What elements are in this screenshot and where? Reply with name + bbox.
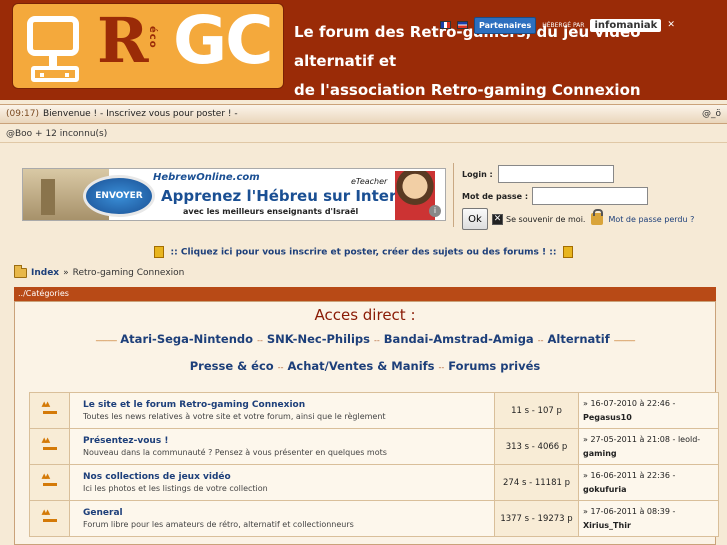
ad-headline: Apprenez l'Hébreu sur Internet <box>161 187 425 205</box>
breadcrumb-index[interactable]: Index <box>31 268 59 278</box>
register-bar[interactable]: :: Cliquez ici pour vous inscrire et pos… <box>0 246 727 258</box>
flag-en-icon[interactable] <box>457 21 468 29</box>
quick-nav-row-2: Presse & éco -- Achat/Ventes & Manifs --… <box>15 359 715 373</box>
nav-sep: -- <box>537 336 544 345</box>
flag-fr-icon[interactable] <box>440 21 451 29</box>
close-icon[interactable]: ✕ <box>667 20 675 30</box>
forum-counts: 1377 s - 19273 p <box>494 500 579 537</box>
folder-icon <box>14 265 27 278</box>
login-form: Login : Mot de passe : Ok ✕ Se souvenir … <box>453 163 727 230</box>
remember-me-checkbox[interactable]: ✕ <box>492 213 503 225</box>
register-right-icon <box>562 246 573 258</box>
register-left-icon <box>154 246 165 258</box>
nav-dash-left: ----------- <box>95 336 118 345</box>
logo-letter-r: R <box>97 4 149 77</box>
categories-header: ../Catégories <box>14 287 716 301</box>
hosted-by-label: HÉBERGÉ PAR <box>542 21 585 29</box>
forum-table: Le site et le forum Retro-gaming Connexi… <box>29 392 719 537</box>
last-post-date[interactable]: » 16-06-2011 à 22:36 - <box>583 469 714 483</box>
logo-letters-gc: GC <box>173 3 274 79</box>
nav-link-snk-nec-philips[interactable]: SNK-Nec-Philips <box>267 332 370 346</box>
breadcrumb-separator: » <box>63 268 69 278</box>
breadcrumb: Index » Retro-gaming Connexion <box>14 265 185 278</box>
table-row: General Forum libre pour les amateurs de… <box>29 500 719 537</box>
ad-brand2: eTeacher <box>351 177 388 186</box>
table-row: Présentez-vous ! Nouveau dans la communa… <box>29 428 719 465</box>
last-post-date[interactable]: » 16-07-2010 à 22:46 - <box>583 397 714 411</box>
forum-description: Forum libre pour les amateurs de rétro, … <box>83 520 354 529</box>
header-topbar: Partenaires HÉBERGÉ PAR infomaniak ✕ <box>440 14 675 36</box>
welcome-bar-right: @_ö <box>701 109 721 119</box>
infomaniak-logo[interactable]: infomaniak <box>590 18 662 32</box>
forum-title[interactable]: General <box>83 508 481 518</box>
welcome-bar: (09:17) Bienvenue ! - Inscrivez vous pou… <box>0 104 727 124</box>
online-users-text: @Boo + 12 inconnu(s) <box>6 128 108 139</box>
acces-direct-title: Acces direct : <box>314 306 416 324</box>
forum-icon <box>42 400 57 414</box>
last-post-user[interactable]: Xirius_Thir <box>583 519 714 533</box>
nav-sep: -- <box>374 336 380 345</box>
categories-panel: Acces direct : ----------- Atari-Sega-Ni… <box>14 301 719 545</box>
quick-nav-row-1: ----------- Atari-Sega-Nintendo -- SNK-N… <box>15 332 715 346</box>
lock-icon <box>591 209 604 225</box>
site-logo[interactable]: R éco GC <box>12 3 284 89</box>
breadcrumb-current: Retro-gaming Connexion <box>72 268 185 278</box>
login-label: Login : <box>462 169 493 179</box>
lost-password-link[interactable]: Mot de passe perdu ? <box>608 215 694 224</box>
login-ok-button[interactable]: Ok <box>462 208 488 230</box>
monitor-stand-icon <box>49 56 57 66</box>
password-label: Mot de passe : <box>462 191 529 201</box>
ad-subline: avec les meilleurs enseignants d'Israël <box>183 207 359 216</box>
partners-button[interactable]: Partenaires <box>474 16 537 34</box>
monitor-icon <box>27 16 79 56</box>
nav-link-alternatif[interactable]: Alternatif <box>548 332 610 346</box>
nav-sep: -- <box>257 336 263 345</box>
forum-title[interactable]: Le site et le forum Retro-gaming Connexi… <box>83 400 481 410</box>
nav-link-bandai-amstrad-amiga[interactable]: Bandai-Amstrad-Amiga <box>384 332 534 346</box>
nav-link-presse-eco[interactable]: Presse & éco <box>190 359 274 373</box>
remember-me-label: Se souvenir de moi. <box>506 214 586 224</box>
register-link[interactable]: :: Cliquez ici pour vous inscrire et pos… <box>171 248 557 258</box>
password-input[interactable] <box>532 187 649 205</box>
site-description-line2: de l'association Retro-gaming Connexion <box>294 81 641 99</box>
last-post-date[interactable]: » 27-05-2011 à 21:08 - leold- <box>583 433 714 447</box>
keyboard-icon <box>31 66 79 82</box>
online-users-bar: @Boo + 12 inconnu(s) <box>0 125 727 143</box>
forum-description: Ici les photos et les listings de votre … <box>83 484 268 493</box>
table-row: Le site et le forum Retro-gaming Connexi… <box>29 392 719 429</box>
ad-info-icon[interactable]: i <box>429 205 441 217</box>
forum-counts: 313 s - 4066 p <box>494 428 579 465</box>
nav-link-forums-prives[interactable]: Forums privés <box>448 359 540 373</box>
site-header: R éco GC Le forum des Retro-gamers, du j… <box>0 0 727 100</box>
table-row: Nos collections de jeux vidéo Ici les ph… <box>29 464 719 501</box>
nav-sep: -- <box>438 363 445 372</box>
ad-banner[interactable]: ENVOYER HebrewOnline.com eTeacher Appren… <box>22 168 446 221</box>
forum-description: Nouveau dans la communauté ? Pensez à vo… <box>83 448 387 457</box>
login-input[interactable] <box>497 165 614 183</box>
ad-send-button[interactable]: ENVOYER <box>83 175 155 217</box>
ad-brand: HebrewOnline.com <box>153 172 260 183</box>
nav-sep: -- <box>277 363 284 372</box>
forum-title[interactable]: Présentez-vous ! <box>83 436 481 446</box>
forum-description: Toutes les news relatives à votre site e… <box>83 412 386 421</box>
last-post-user[interactable]: gokufuria <box>583 483 714 497</box>
forum-icon <box>42 508 57 522</box>
nav-link-achat-ventes[interactable]: Achat/Ventes & Manifs <box>288 359 435 373</box>
nav-dash-right: ----------- <box>613 336 636 345</box>
last-post-user[interactable]: Pegasus10 <box>583 411 714 425</box>
forum-title[interactable]: Nos collections de jeux vidéo <box>83 472 481 482</box>
nav-link-atari-sega-nintendo[interactable]: Atari-Sega-Nintendo <box>120 332 253 346</box>
forum-icon <box>42 436 57 450</box>
forum-icon <box>42 472 57 486</box>
forum-counts: 274 s - 11181 p <box>494 464 579 501</box>
last-post-user[interactable]: gaming <box>583 447 714 461</box>
last-post-date[interactable]: » 17-06-2011 à 08:39 - <box>583 505 714 519</box>
welcome-message: Bienvenue ! - Inscrivez vous pour poster… <box>42 109 238 119</box>
logo-eco: éco <box>147 26 158 49</box>
forum-counts: 11 s - 107 p <box>494 392 579 429</box>
current-time: (09:17) <box>6 109 39 119</box>
